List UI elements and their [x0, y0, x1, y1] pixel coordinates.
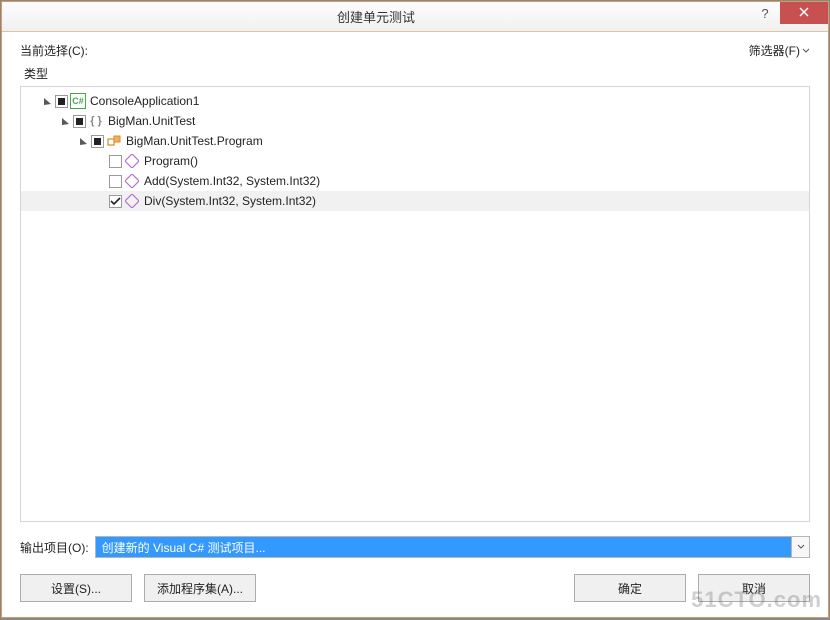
titlebar-buttons: ?: [750, 2, 828, 31]
button-row-right: 确定 取消: [574, 574, 810, 602]
ok-button[interactable]: 确定: [574, 574, 686, 602]
tree-row[interactable]: BigMan.UnitTest.Program: [21, 131, 809, 151]
method-icon: [124, 153, 140, 169]
expander-icon[interactable]: [41, 95, 53, 107]
namespace-icon: { }: [88, 113, 104, 129]
tree-row[interactable]: Add(System.Int32, System.Int32): [21, 171, 809, 191]
expander-icon[interactable]: [59, 115, 71, 127]
tree-row[interactable]: Program(): [21, 151, 809, 171]
checkbox[interactable]: [91, 135, 104, 148]
tree-node-label: Program(): [144, 154, 198, 168]
close-button[interactable]: [780, 2, 828, 24]
tree-row[interactable]: Div(System.Int32, System.Int32): [21, 191, 809, 211]
output-label: 输出项目(O):: [20, 539, 89, 556]
class-icon: [106, 133, 122, 149]
method-icon: [124, 193, 140, 209]
checkbox[interactable]: [109, 155, 122, 168]
expander-icon[interactable]: [77, 135, 89, 147]
tree-node-label: BigMan.UnitTest: [108, 114, 195, 128]
tree-node-label: Div(System.Int32, System.Int32): [144, 194, 316, 208]
add-assembly-button[interactable]: 添加程序集(A)...: [144, 574, 256, 602]
method-icon: [124, 173, 140, 189]
dialog-window: 创建单元测试 ? 当前选择(C): 筛选器(F) 类型 C# ConsoleApp…: [1, 1, 829, 618]
output-selected-value: 创建新的 Visual C# 测试项目...: [96, 537, 791, 557]
help-button[interactable]: ?: [750, 2, 780, 24]
tree-row[interactable]: { } BigMan.UnitTest: [21, 111, 809, 131]
expander-icon: [95, 155, 107, 167]
close-icon: [799, 7, 809, 20]
filter-label: 筛选器(F): [749, 42, 800, 59]
expander-icon: [95, 175, 107, 187]
type-header: 类型: [24, 65, 810, 82]
top-row: 当前选择(C): 筛选器(F): [20, 42, 810, 59]
dialog-title: 创建单元测试: [2, 7, 750, 26]
checkbox[interactable]: [109, 195, 122, 208]
checkbox[interactable]: [109, 175, 122, 188]
output-project-select[interactable]: 创建新的 Visual C# 测试项目...: [95, 536, 810, 558]
output-row: 输出项目(O): 创建新的 Visual C# 测试项目...: [20, 536, 810, 558]
csharp-icon: C#: [70, 93, 86, 109]
checkbox[interactable]: [73, 115, 86, 128]
tree-panel[interactable]: C# ConsoleApplication1 { } BigMan.UnitTest B…: [20, 86, 810, 522]
button-row-left: 设置(S)... 添加程序集(A)...: [20, 574, 256, 602]
tree-node-label: ConsoleApplication1: [90, 94, 199, 108]
tree-node-label: Add(System.Int32, System.Int32): [144, 174, 320, 188]
checkbox[interactable]: [55, 95, 68, 108]
tree-node-label: BigMan.UnitTest.Program: [126, 134, 263, 148]
titlebar: 创建单元测试 ?: [2, 2, 828, 32]
chevron-down-icon: [797, 540, 805, 554]
tree-row[interactable]: C# ConsoleApplication1: [21, 91, 809, 111]
current-selection-label: 当前选择(C):: [20, 42, 88, 59]
cancel-button[interactable]: 取消: [698, 574, 810, 602]
filter-button[interactable]: 筛选器(F): [749, 42, 810, 59]
chevron-down-icon: [802, 44, 810, 58]
expander-icon: [95, 195, 107, 207]
settings-button[interactable]: 设置(S)...: [20, 574, 132, 602]
dialog-content: 当前选择(C): 筛选器(F) 类型 C# ConsoleApplication1…: [2, 32, 828, 617]
dropdown-arrow[interactable]: [791, 537, 809, 557]
button-row: 设置(S)... 添加程序集(A)... 确定 取消: [20, 574, 810, 602]
